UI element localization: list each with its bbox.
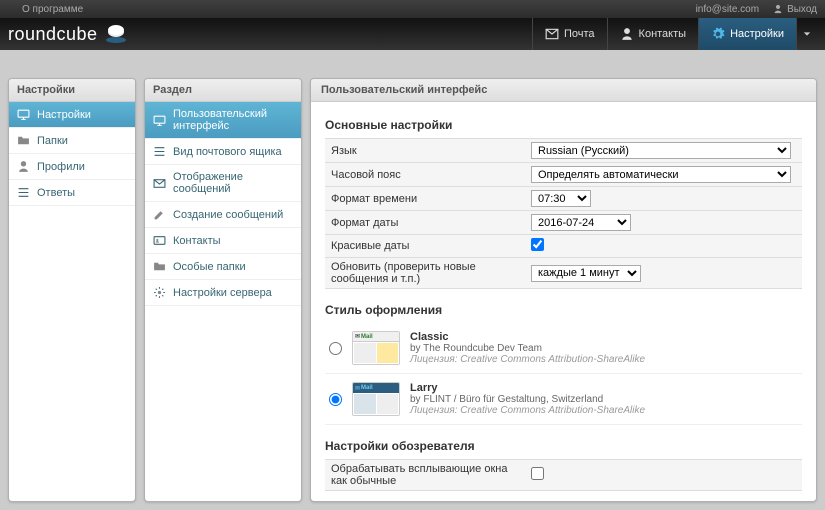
caret-down-icon [803,30,811,38]
nav-responses[interactable]: Ответы [9,180,135,206]
tab-contacts[interactable]: Контакты [607,18,699,50]
monitor-icon [17,108,30,121]
section-compose[interactable]: Создание сообщений [145,202,301,228]
skin-thumb-larry: ✉Mail [352,382,400,416]
section-contacts[interactable]: Контакты [145,228,301,254]
skin-option-larry: ✉Mail Larry by FLINT / Büro für Gestaltu… [325,374,802,425]
content-panel: Пользовательский интерфейс Основные наст… [310,78,817,502]
monitor-icon [153,114,166,127]
nav-preferences[interactable]: Настройки [9,102,135,128]
nav-responses-label: Ответы [37,187,75,199]
skin-option-classic: ✉Mail Classic by The Roundcube Dev Team … [325,323,802,374]
refresh-label: Обновить (проверить новые сообщения и т.… [325,258,525,289]
section-display-label: Отображение сообщений [173,171,293,195]
tab-dropdown[interactable] [796,18,817,50]
logo-text: roundcube [8,24,98,45]
logout-link[interactable]: Выход [773,4,817,15]
tz-select[interactable]: Определять автоматически [531,166,791,183]
section-ui-label: Пользовательский интерфейс [173,108,293,132]
browser-head: Настройки обозревателя [325,439,802,453]
popup-checkbox[interactable] [531,467,544,480]
section-mailbox[interactable]: Вид почтового ящика [145,139,301,165]
settings-nav-panel: Настройки Настройки Папки Профили Ответы [8,78,136,502]
logout-icon [773,4,783,14]
nav-folders[interactable]: Папки [9,128,135,154]
logo-cube-icon [104,24,128,44]
tab-settings[interactable]: Настройки [698,18,796,50]
timefmt-label: Формат времени [325,187,525,211]
contacts-icon [620,27,634,41]
tab-contacts-label: Контакты [639,28,687,40]
refresh-select[interactable]: каждые 1 минут [531,265,641,282]
logo: roundcube [8,24,128,45]
timefmt-select[interactable]: 07:30 [531,190,591,207]
content-title: Пользовательский интерфейс [311,79,816,102]
skin-head: Стиль оформления [325,303,802,317]
datefmt-label: Формат даты [325,211,525,235]
section-display[interactable]: Отображение сообщений [145,165,301,202]
skin-classic-lic: Лицензия: Creative Commons Attribution-S… [410,354,645,365]
skin-classic-name: Classic [410,331,645,343]
envelope-icon [153,177,166,190]
account-email-link[interactable]: info@site.com [696,4,760,15]
datefmt-select[interactable]: 2016-07-24 [531,214,631,231]
card-icon [153,234,166,247]
pretty-label: Красивые даты [325,235,525,258]
section-contacts-label: Контакты [173,235,221,247]
section-special-folders[interactable]: Особые папки [145,254,301,280]
lang-select[interactable]: Russian (Русский) [531,142,791,159]
skin-larry-lic: Лицензия: Creative Commons Attribution-S… [410,405,645,416]
settings-nav-title: Настройки [9,79,135,102]
person-icon [17,160,30,173]
folder-icon [17,134,30,147]
section-server[interactable]: Настройки сервера [145,280,301,306]
gear-icon [711,27,725,41]
folder-icon [153,260,166,273]
skin-thumb-classic: ✉Mail [352,331,400,365]
section-server-label: Настройки сервера [173,287,272,299]
tab-mail[interactable]: Почта [532,18,607,50]
tab-settings-label: Настройки [730,28,784,40]
nav-preferences-label: Настройки [37,109,91,121]
logout-label: Выход [787,4,817,15]
section-mailbox-label: Вид почтового ящика [173,146,282,158]
about-link[interactable]: О программе [22,4,83,15]
skin-larry-by: by FLINT / Büro für Gestaltung, Switzerl… [410,394,645,405]
skin-larry-name: Larry [410,382,645,394]
skin-classic-by: by The Roundcube Dev Team [410,343,645,354]
nav-identities[interactable]: Профили [9,154,135,180]
tz-label: Часовой пояс [325,163,525,187]
skin-radio-larry[interactable] [329,393,342,406]
lang-label: Язык [325,139,525,163]
nav-identities-label: Профили [37,161,85,173]
section-ui[interactable]: Пользовательский интерфейс [145,102,301,139]
list-icon [17,186,30,199]
section-special-folders-label: Особые папки [173,261,246,273]
list-icon [153,145,166,158]
pencil-icon [153,208,166,221]
popup-label: Обрабатывать всплывающие окна как обычны… [325,460,525,491]
skin-radio-classic[interactable] [329,342,342,355]
gear-icon [153,286,166,299]
tab-mail-label: Почта [564,28,595,40]
section-nav-panel: Раздел Пользовательский интерфейс Вид по… [144,78,302,502]
main-settings-head: Основные настройки [325,118,802,132]
section-compose-label: Создание сообщений [173,209,283,221]
mail-icon [545,27,559,41]
pretty-checkbox[interactable] [531,238,544,251]
nav-folders-label: Папки [37,135,68,147]
section-nav-title: Раздел [145,79,301,102]
